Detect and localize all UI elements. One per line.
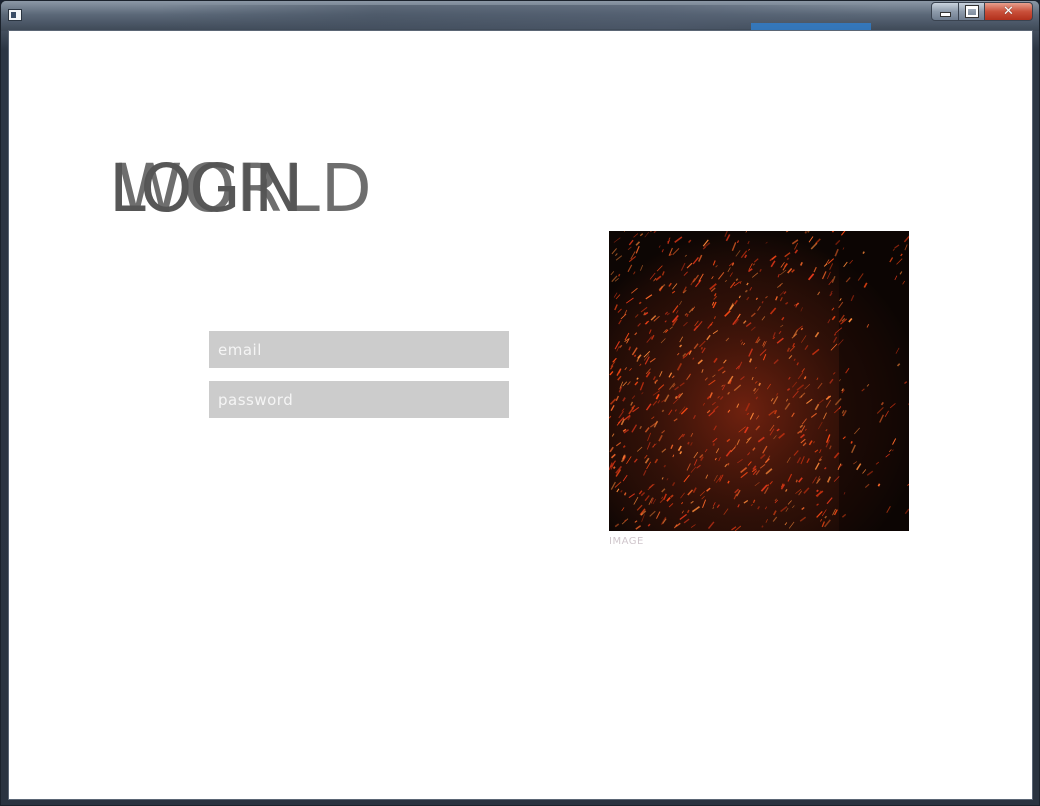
image-caption: IMAGE bbox=[609, 536, 644, 547]
minimize-button[interactable] bbox=[931, 2, 959, 21]
minimize-icon bbox=[939, 12, 951, 17]
close-button[interactable]: ✕ bbox=[985, 2, 1033, 21]
window-controls: ✕ bbox=[931, 2, 1033, 21]
logo-word-world: WORLD bbox=[117, 150, 373, 227]
email-field[interactable] bbox=[209, 331, 509, 368]
fire-sparks-photo-icon bbox=[609, 231, 909, 531]
logo: LOGIN WORLD bbox=[109, 149, 409, 229]
password-field[interactable] bbox=[209, 381, 509, 418]
maximize-icon bbox=[964, 5, 979, 18]
client-area: LOGIN WORLD IMAGE bbox=[8, 30, 1033, 800]
app-window: ✕ LOGIN WORLD email IMAGE bbox=[0, 0, 1040, 806]
title-bar[interactable]: ✕ bbox=[1, 1, 1039, 31]
fire-sparks-image bbox=[609, 231, 909, 531]
app-icon[interactable] bbox=[8, 9, 22, 21]
maximize-button[interactable] bbox=[959, 2, 985, 21]
close-icon: ✕ bbox=[1003, 4, 1014, 19]
